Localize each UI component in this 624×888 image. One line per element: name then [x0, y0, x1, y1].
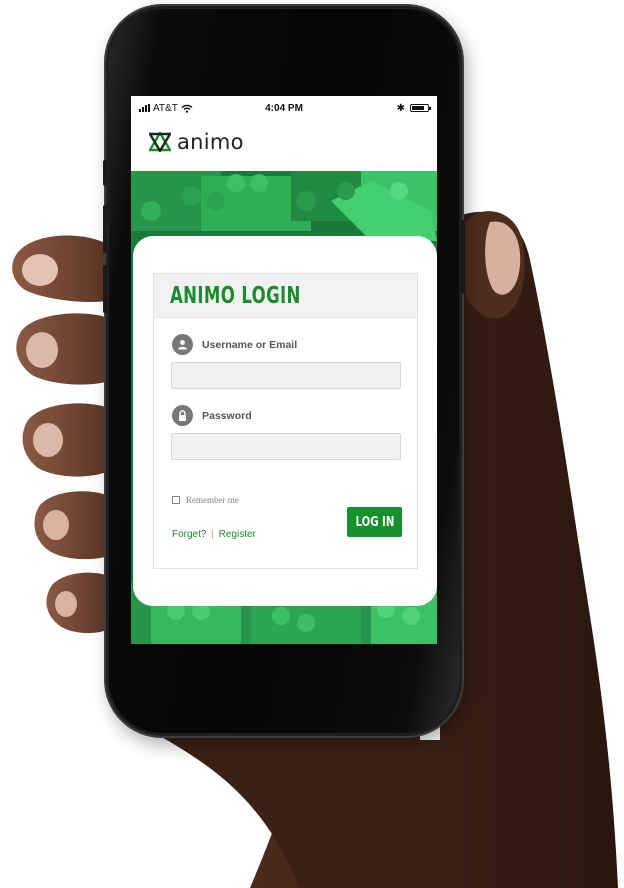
password-input[interactable]	[171, 433, 401, 460]
power-button	[461, 220, 465, 294]
login-sheet: ANIMO LOGIN Username or Email Password R…	[133, 236, 437, 606]
login-card: ANIMO LOGIN Username or Email Password R…	[153, 273, 418, 569]
remember-me-label[interactable]: Remember me	[186, 495, 239, 505]
volume-up-button	[103, 205, 107, 253]
app-header: animo	[149, 130, 244, 154]
phone-screen: AT&T 4:04 PM ✱ animo ANIMO LOGIN Usernam…	[131, 96, 437, 644]
battery-icon	[410, 104, 432, 112]
username-input[interactable]	[171, 362, 401, 389]
password-label-row: Password	[172, 405, 252, 426]
login-button[interactable]: LOG IN	[347, 507, 402, 537]
user-icon	[172, 334, 193, 355]
status-bar: AT&T 4:04 PM ✱	[131, 96, 437, 120]
lock-icon	[172, 405, 193, 426]
signal-icon	[139, 104, 150, 112]
remember-me-checkbox[interactable]	[172, 496, 180, 504]
links-separator: |	[211, 529, 214, 540]
carrier-label: AT&T	[153, 102, 178, 114]
battery-level-fill	[412, 106, 425, 110]
animo-logo-icon[interactable]	[149, 132, 171, 152]
mute-switch	[103, 160, 107, 186]
status-right: ✱	[332, 102, 432, 114]
password-label: Password	[202, 409, 252, 422]
username-label: Username or Email	[202, 338, 298, 351]
status-time: 4:04 PM	[265, 102, 303, 114]
login-title: ANIMO LOGIN	[170, 282, 301, 309]
remember-me-row[interactable]: Remember me	[172, 495, 239, 505]
bluetooth-icon: ✱	[396, 102, 406, 114]
username-label-row: Username or Email	[172, 334, 297, 355]
card-header: ANIMO LOGIN	[154, 274, 417, 318]
wifi-icon	[181, 104, 193, 113]
status-left: AT&T	[139, 103, 236, 114]
forgot-link[interactable]: Forget?	[172, 529, 206, 540]
volume-down-button	[103, 265, 107, 313]
auth-links: Forget? | Register	[172, 529, 256, 540]
stage: AT&T 4:04 PM ✱ animo ANIMO LOGIN Usernam…	[0, 0, 624, 888]
logo-text: animo	[177, 130, 244, 154]
login-button-label: LOG IN	[355, 514, 394, 530]
register-link[interactable]: Register	[219, 529, 256, 540]
